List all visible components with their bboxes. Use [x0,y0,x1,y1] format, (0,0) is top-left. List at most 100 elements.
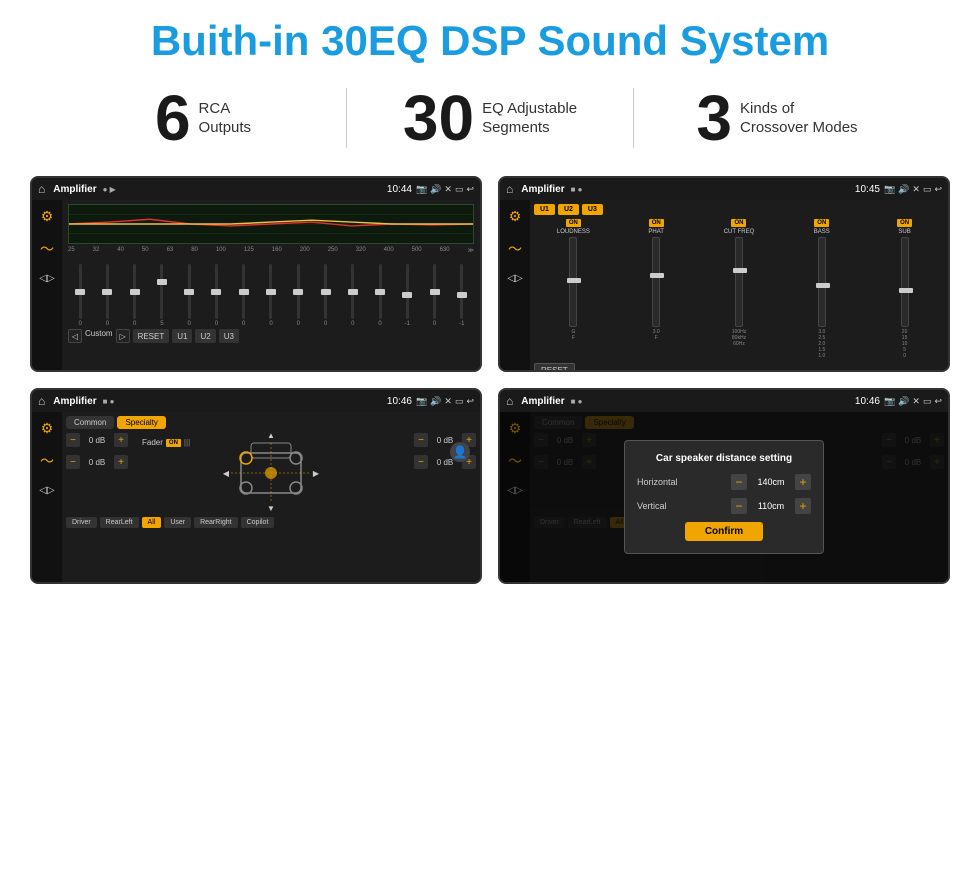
back-icon-1[interactable]: ↩ [466,184,474,195]
u2-button[interactable]: U2 [195,329,215,343]
slider-200[interactable]: 0 [313,264,337,327]
screen-fader: ⌂ Amplifier ■ ● 10:46 📷 🔊 ✕ ▭ ↩ ⚙ 〜 ◁▷ C… [30,388,482,584]
eq-main-panel: 25 32 40 50 63 80 100 125 160 200 250 32… [62,200,480,370]
common-tab[interactable]: Common [66,416,114,429]
speaker-icon-3[interactable]: ◁▷ [39,485,54,496]
volume-icon-4: 🔊 [898,396,909,407]
slider-500[interactable]: 0 [422,264,446,327]
back-icon-2[interactable]: ↩ [934,184,942,195]
reset-button[interactable]: RESET [133,329,170,343]
wave-icon[interactable]: 〜 [40,239,54,259]
fader-screen-content: ⚙ 〜 ◁▷ Common Specialty − 0 dB + [32,412,480,582]
all-btn[interactable]: All [142,517,162,528]
home-icon-1[interactable]: ⌂ [38,182,45,196]
home-icon-3[interactable]: ⌂ [38,394,45,408]
window-icon-1: ▭ [455,184,464,195]
band-on-sub[interactable]: ON [897,219,912,227]
stat-rca-label: RCAOutputs [199,99,252,138]
back-icon-3[interactable]: ↩ [466,396,474,407]
status-dots-4: ■ ● [571,397,583,406]
band-on-bass[interactable]: ON [814,219,829,227]
horizontal-minus[interactable]: − [731,474,747,490]
sp1-minus[interactable]: − [66,433,80,447]
screenshots-grid: ⌂ Amplifier ● ▶ 10:44 📷 🔊 ✕ ▭ ↩ ⚙ 〜 ◁▷ [0,168,980,604]
u1-preset[interactable]: U1 [534,204,555,215]
time-3: 10:46 [387,396,412,407]
eq-left-sidebar: ⚙ 〜 ◁▷ [32,200,62,370]
copilot-btn[interactable]: Copilot [241,517,275,528]
cutfreq-slider[interactable] [735,237,743,327]
prev-button[interactable]: ◁ [68,329,82,343]
amp-left-sidebar: ⚙ 〜 ◁▷ [500,200,530,370]
wave-icon-2[interactable]: 〜 [508,239,522,259]
close-icon-1[interactable]: ✕ [444,184,452,195]
bass-slider[interactable] [818,237,826,327]
slider-630[interactable]: -1 [450,264,474,327]
amp-reset-button[interactable]: RESET [534,363,575,370]
eq-bottom-buttons: ◁ Custom ▷ RESET U1 U2 U3 [68,329,474,343]
slider-100[interactable]: 0 [232,264,256,327]
user-btn[interactable]: User [164,517,191,528]
horizontal-label: Horizontal [637,477,678,487]
svg-text:▶: ▶ [313,469,320,478]
eq-icon[interactable]: ⚙ [41,208,54,225]
status-bar-2: ⌂ Amplifier ■ ● 10:45 📷 🔊 ✕ ▭ ↩ [500,178,948,200]
svg-text:▲: ▲ [267,433,275,440]
loudness-slider[interactable] [569,237,577,327]
home-icon-4[interactable]: ⌂ [506,394,513,408]
back-icon-4[interactable]: ↩ [934,396,942,407]
vertical-minus[interactable]: − [731,498,747,514]
band-on-phat[interactable]: ON [649,219,664,227]
horizontal-row: Horizontal − 140cm + [637,474,811,490]
slider-25[interactable]: 0 [68,264,92,327]
rearright-btn[interactable]: RearRight [194,517,238,528]
sub-slider[interactable] [901,237,909,327]
status-icons-3: 📷 🔊 ✕ ▭ ↩ [416,396,474,407]
home-icon-2[interactable]: ⌂ [506,182,513,196]
preset-label: Custom [85,329,113,343]
confirm-button[interactable]: Confirm [685,522,763,541]
sp3-minus[interactable]: − [414,433,428,447]
dialog-screen-content: ⚙ 〜 ◁▷ Common Specialty − 0 dB + [500,412,948,582]
slider-250[interactable]: 0 [341,264,365,327]
rearleft-btn[interactable]: RearLeft [100,517,139,528]
band-phat: ON PHAT 3.0F [617,219,696,359]
sp1-plus[interactable]: + [114,433,128,447]
sp4-minus[interactable]: − [414,455,428,469]
phat-slider[interactable] [652,237,660,327]
horizontal-value: 140cm [751,477,791,487]
slider-125[interactable]: 0 [259,264,283,327]
close-icon-4[interactable]: ✕ [912,396,920,407]
slider-32[interactable]: 0 [95,264,119,327]
slider-80[interactable]: 0 [204,264,228,327]
eq-graph [68,204,474,244]
dialog-title: Car speaker distance setting [637,453,811,464]
vertical-plus[interactable]: + [795,498,811,514]
band-on-cutfreq[interactable]: ON [731,219,746,227]
specialty-tab[interactable]: Specialty [117,416,165,429]
slider-400[interactable]: -1 [395,264,419,327]
close-icon-3[interactable]: ✕ [444,396,452,407]
next-button[interactable]: ▷ [116,329,130,343]
eq-icon-2[interactable]: ⚙ [509,208,522,225]
u3-preset[interactable]: U3 [582,204,603,215]
slider-40[interactable]: 0 [123,264,147,327]
driver-btn[interactable]: Driver [66,517,97,528]
app-title-2: Amplifier [521,184,564,195]
u3-button[interactable]: U3 [219,329,239,343]
horizontal-plus[interactable]: + [795,474,811,490]
slider-50[interactable]: 5 [150,264,174,327]
slider-320[interactable]: 0 [368,264,392,327]
sp2-minus[interactable]: − [66,455,80,469]
wave-icon-3[interactable]: 〜 [40,451,54,471]
band-on-loudness[interactable]: ON [566,219,581,227]
slider-63[interactable]: 0 [177,264,201,327]
speaker-icon-2[interactable]: ◁▷ [507,273,522,284]
slider-160[interactable]: 0 [286,264,310,327]
eq-icon-3[interactable]: ⚙ [41,420,54,437]
u1-button[interactable]: U1 [172,329,192,343]
close-icon-2[interactable]: ✕ [912,184,920,195]
u2-preset[interactable]: U2 [558,204,579,215]
sp2-plus[interactable]: + [114,455,128,469]
speaker-icon[interactable]: ◁▷ [39,273,54,284]
